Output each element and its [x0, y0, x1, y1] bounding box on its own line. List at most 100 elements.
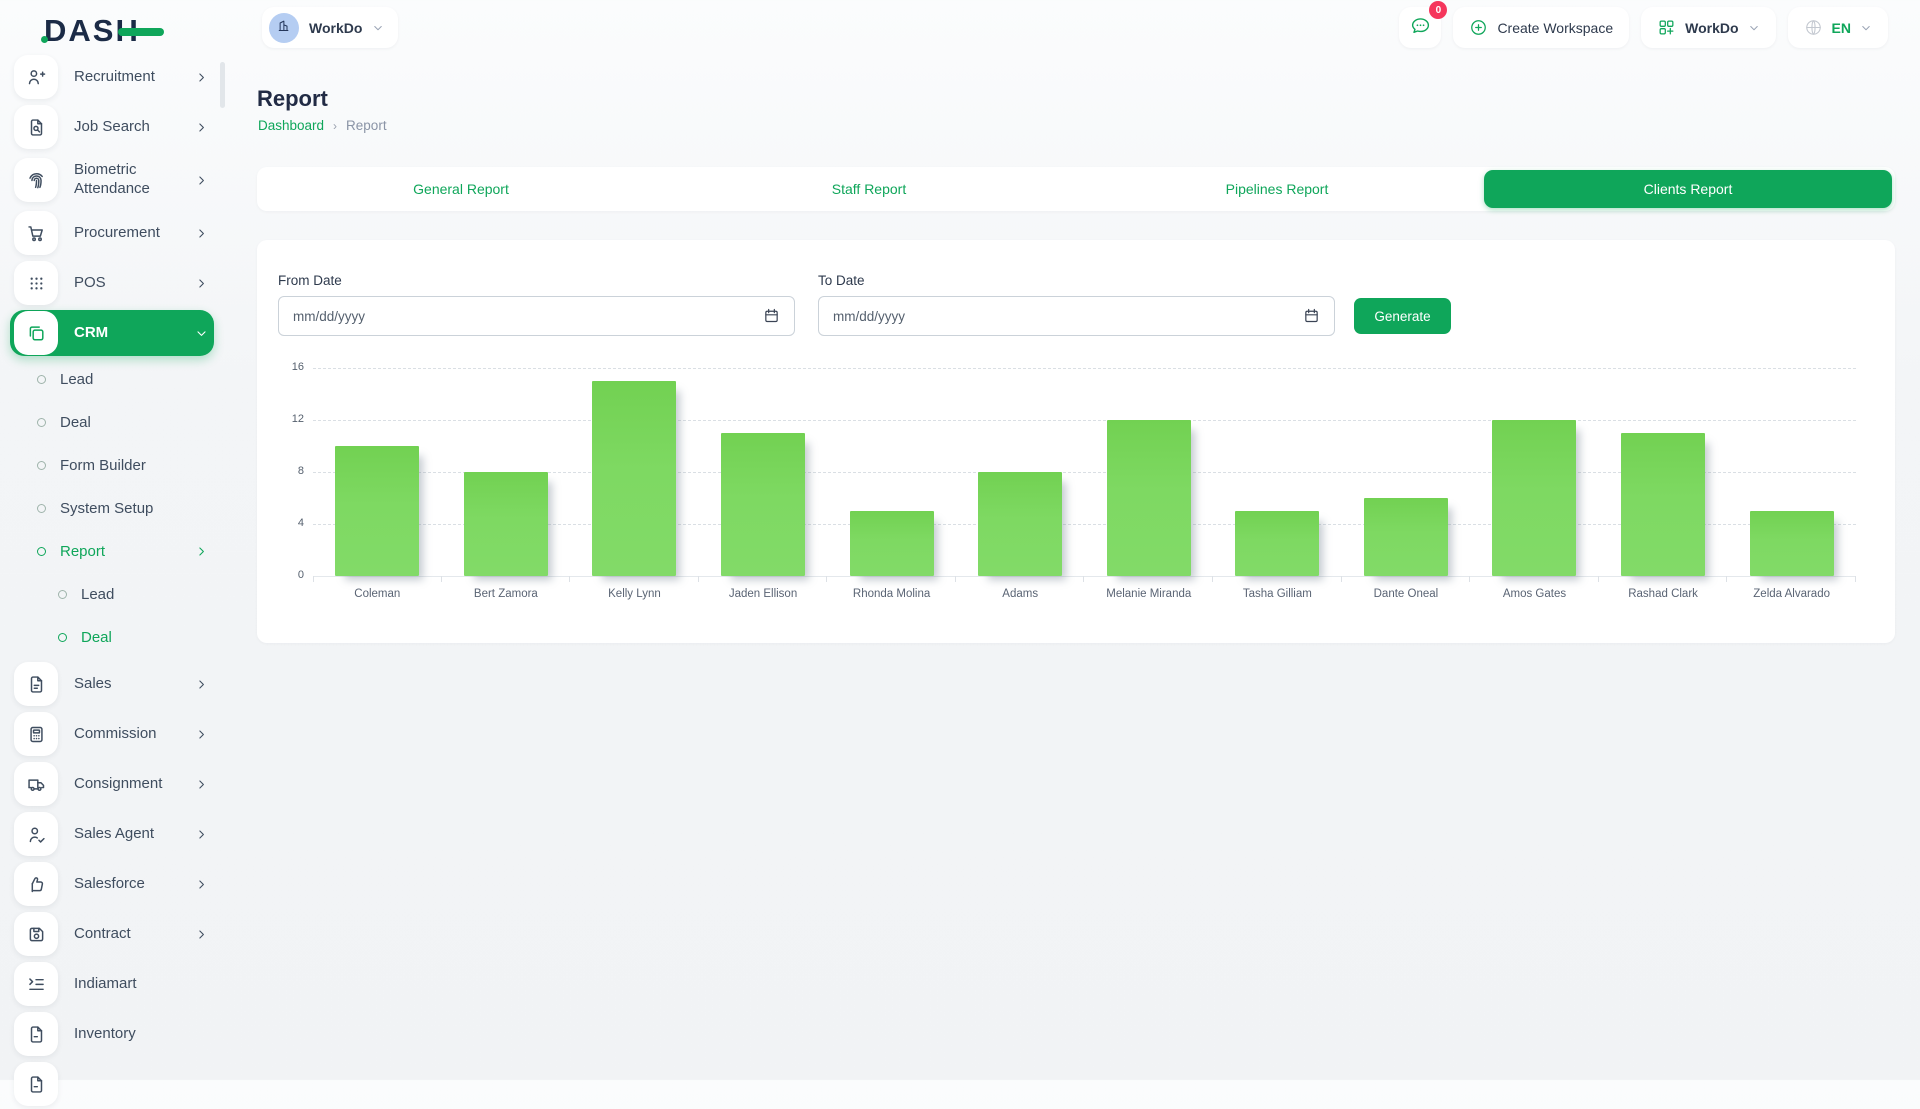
- chart-bar-jaden-ellison: [721, 433, 805, 576]
- calculator-icon: [14, 712, 58, 756]
- sidebar-subitem-deal[interactable]: Deal: [0, 401, 232, 444]
- y-tick-label: 4: [270, 517, 304, 529]
- chevron-down-icon: [195, 327, 208, 340]
- bullet-circle-icon: [58, 633, 67, 642]
- chart-slot: Dante Oneal: [1342, 368, 1471, 576]
- chart-bar-coleman: [335, 446, 419, 576]
- sidebar-item-biometric-attendance[interactable]: Biometric Attendance: [0, 152, 232, 208]
- list-arrow-icon: [14, 962, 58, 1006]
- sidebar-item-commission[interactable]: Commission: [0, 709, 232, 759]
- logo-accent-bar: [118, 28, 164, 36]
- chart-bar-bert-zamora: [464, 472, 548, 576]
- breadcrumb-dashboard-link[interactable]: Dashboard: [258, 118, 324, 133]
- workspace-name: WorkDo: [309, 20, 362, 36]
- account-menu-button[interactable]: WorkDo: [1641, 7, 1775, 48]
- sidebar-item-label: Indiamart: [74, 975, 137, 994]
- fingerprint-icon: [14, 158, 58, 202]
- sidebar-item-salesforce[interactable]: Salesforce: [0, 859, 232, 909]
- logo-accent-dot: [41, 36, 48, 43]
- chart-bar-kelly-lynn: [592, 381, 676, 576]
- chart-slot: Melanie Miranda: [1084, 368, 1213, 576]
- chart-slot: Tasha Gilliam: [1213, 368, 1342, 576]
- tab-general-report[interactable]: General Report: [257, 167, 665, 211]
- account-menu-label: WorkDo: [1685, 20, 1738, 36]
- message-dots-icon: [1410, 15, 1431, 41]
- sidebar-item-job-search[interactable]: Job Search: [0, 102, 232, 152]
- workspace-switcher[interactable]: WorkDo: [262, 7, 398, 48]
- calendar-icon[interactable]: [763, 307, 780, 324]
- breadcrumb-separator-icon: ›: [333, 119, 337, 133]
- sidebar-item-contract[interactable]: Contract: [0, 909, 232, 959]
- chart-bar-amos-gates: [1492, 420, 1576, 576]
- sidebar-item-label: CRM: [74, 324, 108, 343]
- report-card: From Date To Date Generate 0481216Colema…: [257, 240, 1895, 643]
- language-menu-button[interactable]: EN: [1788, 7, 1888, 48]
- breadcrumb-current: Report: [346, 118, 387, 133]
- chart-bar-tasha-gilliam: [1235, 511, 1319, 576]
- tab-clients-report[interactable]: Clients Report: [1484, 170, 1892, 208]
- tab-pipelines-report[interactable]: Pipelines Report: [1073, 167, 1481, 211]
- chevron-right-icon: [195, 277, 208, 290]
- file-text-icon: [14, 662, 58, 706]
- chart-bar-zelda-alvarado: [1750, 511, 1834, 576]
- sidebar-item-procurement[interactable]: Procurement: [0, 208, 232, 258]
- sidebar-item-label: Procurement: [74, 224, 160, 243]
- y-tick-label: 12: [270, 413, 304, 425]
- bullet-circle-icon: [37, 504, 46, 513]
- generate-button[interactable]: Generate: [1354, 298, 1451, 334]
- truck-icon: [14, 762, 58, 806]
- thumbs-up-icon: [14, 862, 58, 906]
- y-tick-label: 8: [270, 465, 304, 477]
- bullet-circle-icon: [37, 375, 46, 384]
- sidebar-item-indiamart[interactable]: Indiamart: [0, 959, 232, 1009]
- app-logo[interactable]: DASH: [44, 12, 140, 50]
- sidebar-subitem-label: Deal: [60, 414, 91, 431]
- sidebar-item-label: POS: [74, 274, 106, 293]
- chart-slot: Coleman: [313, 368, 442, 576]
- to-date-input[interactable]: [818, 296, 1335, 336]
- sidebar-item-inventory[interactable]: Inventory: [0, 1009, 232, 1059]
- user-plus-icon: [14, 55, 58, 99]
- sidebar-subitem-deal[interactable]: Deal: [0, 616, 232, 659]
- chart-slot: Jaden Ellison: [699, 368, 828, 576]
- chevron-down-icon: [372, 22, 384, 34]
- chart-bar-rhonda-molina: [850, 511, 934, 576]
- messages-button[interactable]: 0: [1399, 7, 1441, 48]
- sidebar-subitem-label: Lead: [60, 371, 93, 388]
- chart-slot: Adams: [956, 368, 1085, 576]
- sidebar-item-crm[interactable]: CRM: [0, 308, 232, 358]
- from-date-input[interactable]: [278, 296, 795, 336]
- sidebar-item-consignment[interactable]: Consignment: [0, 759, 232, 809]
- chevron-right-icon: [195, 71, 208, 84]
- sidebar-subitem-label: Lead: [81, 586, 114, 603]
- copy-squares-icon: [14, 311, 58, 355]
- bullet-circle-icon: [37, 547, 46, 556]
- sidebar-subitem-form-builder[interactable]: Form Builder: [0, 444, 232, 487]
- chart-slot: Zelda Alvarado: [1727, 368, 1856, 576]
- sidebar-item-sales-agent[interactable]: Sales Agent: [0, 809, 232, 859]
- sidebar-subitem-lead[interactable]: Lead: [0, 358, 232, 401]
- sidebar-item-label: Contract: [74, 925, 131, 944]
- sidebar-subitem-report[interactable]: Report: [0, 530, 232, 573]
- y-tick-label: 16: [270, 361, 304, 373]
- sidebar-item-pos[interactable]: POS: [0, 258, 232, 308]
- calendar-icon[interactable]: [1303, 307, 1320, 324]
- sidebar-item-partial: [0, 1059, 232, 1109]
- sidebar-subitem-label: Deal: [81, 629, 112, 646]
- create-workspace-button[interactable]: Create Workspace: [1453, 7, 1629, 48]
- sidebar-scrollbar[interactable]: [220, 62, 225, 108]
- sidebar-item-recruitment[interactable]: Recruitment: [0, 52, 232, 102]
- sidebar-subitem-lead[interactable]: Lead: [0, 573, 232, 616]
- sidebar-item-sales[interactable]: Sales: [0, 659, 232, 709]
- tab-staff-report[interactable]: Staff Report: [665, 167, 1073, 211]
- sidebar-item-label: Job Search: [74, 118, 150, 137]
- chevron-down-icon: [1860, 22, 1872, 34]
- sidebar-item-label: Inventory: [74, 1025, 136, 1044]
- file-icon: [14, 1012, 58, 1056]
- sidebar-subitem-system-setup[interactable]: System Setup: [0, 487, 232, 530]
- sidebar-item-label: Biometric Attendance: [74, 161, 186, 199]
- chart-slot: Bert Zamora: [442, 368, 571, 576]
- chart-slot: Amos Gates: [1470, 368, 1599, 576]
- bullet-circle-icon: [58, 590, 67, 599]
- chevron-right-icon: [195, 728, 208, 741]
